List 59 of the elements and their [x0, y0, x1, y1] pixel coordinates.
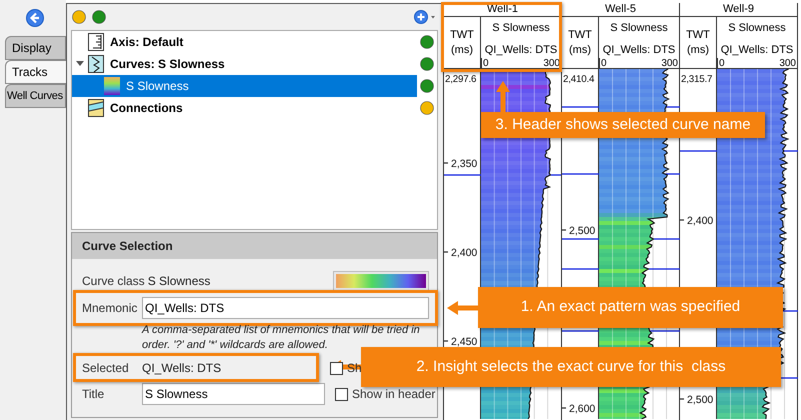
depth-label: 2,600: [562, 403, 596, 415]
depth-label: 2,400: [444, 247, 478, 259]
expand-caret-icon[interactable]: [76, 61, 84, 67]
callout-box: 3. Header shows selected curve name: [481, 112, 765, 138]
gradient-icon: [104, 77, 120, 95]
depth-label: 2,500: [680, 394, 714, 406]
depth-label: 2,350: [444, 158, 478, 170]
top-depth-label: 2,315.7: [681, 74, 712, 85]
side-tab[interactable]: Well Curves: [5, 84, 66, 108]
well-name: Well-9: [680, 3, 797, 17]
top-depth-label: 2,297.6: [445, 74, 476, 85]
side-tab[interactable]: Display: [5, 36, 66, 60]
curve-mnemonic: QI_Wells: DTS: [720, 42, 794, 58]
field-value: S Slowness: [148, 273, 210, 290]
field-value: QI_Wells: DTS: [142, 360, 222, 377]
axis-title: TWT (ms): [562, 17, 599, 68]
curve-mnemonic: QI_Wells: DTS: [484, 42, 558, 58]
tree-item-label[interactable]: Connections: [110, 99, 183, 117]
tree-item-label[interactable]: Axis: Default: [110, 33, 184, 51]
title-field[interactable]: S Slowness: [142, 383, 325, 405]
top-depth-label: 2,410.4: [563, 74, 594, 85]
scale-min: 0: [719, 58, 725, 70]
section-title: Curve Selection: [72, 233, 437, 259]
well-name: Well-5: [562, 3, 679, 17]
side-tab[interactable]: Tracks: [5, 60, 66, 84]
ruler-icon: [88, 33, 104, 51]
depth-label: 2,400: [680, 215, 714, 227]
curve-title: S Slowness: [727, 21, 787, 36]
curve-mnemonic: QI_Wells: DTS: [602, 42, 676, 58]
layers-icon: [88, 99, 104, 117]
mnemonic-field[interactable]: QI_Wells: DTS: [142, 297, 429, 319]
curve-title: S Slowness: [609, 21, 669, 36]
scale-min: 0: [483, 58, 489, 70]
field-label: Selected: [82, 360, 130, 377]
scale-max: 300: [661, 58, 678, 70]
tree-item-label[interactable]: Curves: S Slowness: [110, 55, 225, 73]
scale-max: 300: [543, 58, 560, 70]
add-icon[interactable]: [414, 10, 438, 24]
field-label: Curve class: [82, 273, 145, 290]
pointer-arrow: [446, 300, 479, 316]
selected-tree-row[interactable]: S Slowness: [72, 75, 417, 97]
checkbox-label[interactable]: Show in header: [352, 385, 436, 403]
checkbox[interactable]: [330, 362, 343, 374]
depth-label: 2,450: [444, 336, 478, 348]
back-icon[interactable]: [26, 9, 44, 27]
callout-box: 1. An exact pattern was specified: [478, 287, 783, 328]
scale-max: 300: [779, 58, 796, 70]
checkbox[interactable]: [335, 388, 348, 400]
axis-title: TWT (ms): [444, 17, 481, 68]
depth-label: 2,500: [562, 225, 596, 237]
curve-track-icon: [88, 55, 104, 73]
callout-box: 2. Insight selects the exact curve for this class: [361, 347, 781, 387]
scale-min: 0: [601, 58, 607, 70]
field-label: Title: [82, 386, 106, 403]
curve-title: S Slowness: [491, 21, 551, 36]
axis-title: TWT (ms): [680, 17, 717, 68]
pointer-arrow: [495, 80, 511, 113]
field-label: Mnemonic: [82, 300, 138, 317]
tree-item-label[interactable]: S Slowness: [126, 77, 189, 95]
